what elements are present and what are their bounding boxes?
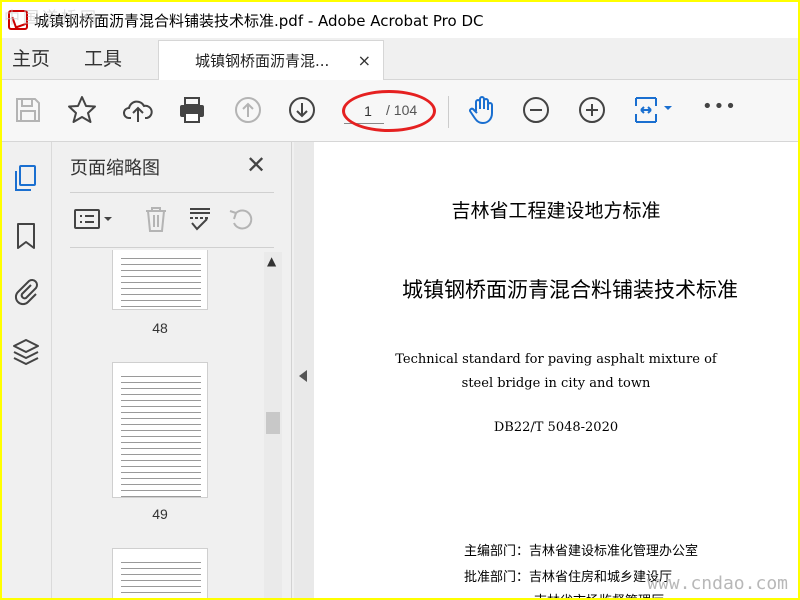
main-toolbar: / 104 ••• (2, 80, 798, 142)
document-page: 吉林省工程建设地方标准 城镇钢桥面沥青混合料铺装技术标准 Technical s… (314, 142, 798, 598)
arrow-down-circle-icon (289, 97, 315, 123)
bookmark-icon (17, 223, 35, 249)
page-number-input[interactable] (344, 98, 384, 124)
rotate-page-button[interactable] (226, 203, 258, 235)
page-thumbnails-button[interactable] (10, 162, 42, 194)
page-total-label: / 104 (386, 102, 418, 118)
save-button[interactable] (12, 94, 44, 126)
left-nav-rail (2, 142, 52, 598)
chevron-down-icon (664, 106, 672, 110)
thumbnails-icon (15, 165, 36, 191)
document-subtitle-en-2: steel bridge in city and town (461, 376, 651, 391)
thumbnail-label: 49 (152, 506, 168, 522)
options-list-icon (74, 209, 112, 229)
scrollbar-thumb[interactable] (266, 412, 280, 434)
watermark-top-left: 中国道桥网 (4, 8, 100, 27)
cloud-upload-icon (123, 100, 153, 122)
thumbnail-list[interactable]: 48 49 (70, 250, 264, 598)
paperclip-icon (14, 279, 38, 306)
zoom-out-icon (523, 97, 549, 123)
delete-page-button[interactable] (140, 203, 172, 235)
fit-page-dropdown[interactable] (632, 94, 678, 126)
bookmarks-button[interactable] (10, 220, 42, 252)
extract-icon (190, 208, 210, 231)
scroll-up-icon[interactable]: ▲ (267, 254, 276, 268)
trash-icon (146, 207, 166, 232)
tab-document[interactable]: 城镇钢桥面沥青混... × (158, 40, 384, 81)
title-bar: 城镇钢桥面沥青混合料铺装技术标准.pdf - Adobe Acrobat Pro… (2, 2, 798, 38)
hand-tool-button[interactable] (466, 94, 498, 126)
document-subtitle-en-1: Technical standard for paving asphalt mi… (395, 352, 717, 367)
panel-toolbar (70, 192, 274, 248)
hand-icon (469, 96, 493, 124)
more-tools-button[interactable]: ••• (702, 96, 736, 128)
printer-icon (180, 97, 204, 123)
document-code: DB22/T 5048-2020 (493, 420, 619, 435)
extract-page-button[interactable] (184, 203, 216, 235)
thumbnail-options-button[interactable] (72, 203, 116, 235)
print-button[interactable] (176, 94, 208, 126)
close-tab-button[interactable]: × (358, 41, 371, 81)
document-title: 城镇钢桥面沥青混合料铺装技术标准 (402, 278, 738, 302)
tab-home[interactable]: 主页 (12, 38, 50, 80)
zoom-in-button[interactable] (576, 94, 608, 126)
bookmark-star-button[interactable] (66, 94, 98, 126)
toolbar-separator (448, 96, 449, 128)
attachments-button[interactable] (10, 276, 42, 308)
page-thumbnails-panel: 页面缩略图 ✕ 48 49 ▲ (52, 142, 292, 598)
star-icon (68, 96, 96, 123)
thumbnail-label: 48 (152, 320, 168, 336)
panel-title: 页面缩略图 (70, 158, 160, 179)
watermark-bottom-right: www.cndao.com (647, 573, 788, 594)
upload-cloud-button[interactable] (122, 94, 154, 126)
previous-page-button[interactable] (232, 94, 264, 126)
zoom-out-button[interactable] (520, 94, 552, 126)
document-header: 吉林省工程建设地方标准 (451, 200, 661, 222)
chevron-left-icon (299, 370, 307, 382)
supervisor-department: 吉林省市场监督管理厅 (534, 590, 664, 598)
thumbnail-page-49[interactable] (112, 362, 208, 498)
thumbnail-scrollbar[interactable]: ▲ (264, 252, 282, 598)
document-tab-label: 城镇钢桥面沥青混... (195, 52, 330, 70)
tab-tools[interactable]: 工具 (84, 38, 122, 80)
tab-bar: 主页 工具 城镇钢桥面沥青混... × (2, 38, 798, 81)
layers-icon (13, 339, 39, 365)
save-icon (16, 98, 40, 122)
approver-department: 批准部门：吉林省住房和城乡建设厅 (464, 570, 673, 585)
window-title: 城镇钢桥面沥青混合料铺装技术标准.pdf - Adobe Acrobat Pro… (34, 11, 484, 30)
zoom-in-icon (579, 97, 605, 123)
arrow-up-circle-icon (235, 97, 261, 123)
next-page-button[interactable] (286, 94, 318, 126)
layers-button[interactable] (10, 336, 42, 368)
acrobat-window: 城镇钢桥面沥青混合料铺装技术标准.pdf - Adobe Acrobat Pro… (2, 2, 798, 598)
close-panel-button[interactable]: ✕ (246, 150, 266, 180)
thumbnail-page-50[interactable] (112, 548, 208, 598)
editor-department: 主编部门：吉林省建设标准化管理办公室 (464, 544, 699, 559)
thumbnail-page-48[interactable] (112, 250, 208, 310)
fit-page-icon (635, 97, 672, 123)
collapse-panel-handle[interactable] (294, 142, 314, 598)
rotate-icon (229, 209, 253, 230)
